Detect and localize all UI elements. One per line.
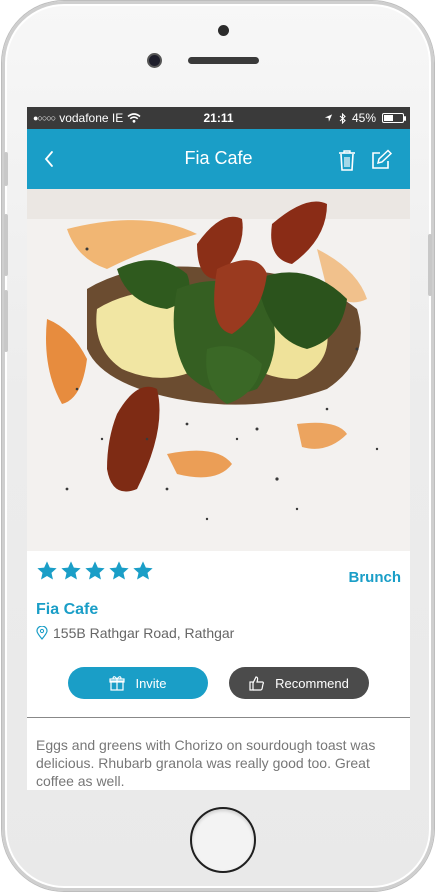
star-icon xyxy=(109,561,129,580)
food-photo xyxy=(27,189,410,551)
gift-icon xyxy=(109,676,126,691)
category-label: Brunch xyxy=(348,569,402,586)
battery-icon xyxy=(382,113,406,123)
address: 155B Rathgar Road, Rathgar xyxy=(36,625,234,641)
mute-switch xyxy=(4,152,8,186)
volume-down-button xyxy=(4,290,8,352)
rating-stars xyxy=(36,560,154,582)
star-icon xyxy=(133,561,153,580)
recommend-label: Recommend xyxy=(275,675,349,691)
trash-icon[interactable] xyxy=(337,149,357,171)
app-screen: ●○○○○ vodafone IE 21:11 45% Fia Cafe Bru… xyxy=(27,107,410,790)
divider xyxy=(27,717,410,718)
volume-up-button xyxy=(4,214,8,276)
proximity-sensor xyxy=(218,25,229,36)
place-name: Fia Cafe xyxy=(36,601,99,618)
address-text: 155B Rathgar Road, Rathgar xyxy=(53,625,235,641)
clock: 21:11 xyxy=(203,111,234,125)
home-button[interactable] xyxy=(190,807,256,873)
location-pin-icon xyxy=(36,626,48,640)
edit-icon[interactable] xyxy=(370,149,392,171)
invite-label: Invite xyxy=(135,675,167,691)
invite-button[interactable]: Invite xyxy=(68,667,208,699)
earpiece-speaker xyxy=(188,57,259,64)
food-photo-illustration xyxy=(27,189,410,551)
nav-bar: Fia Cafe xyxy=(27,129,410,189)
star-icon xyxy=(37,561,57,580)
review-text: Eggs and greens with Chorizo on sourdoug… xyxy=(36,737,376,789)
status-bar: ●○○○○ vodafone IE 21:11 45% xyxy=(27,107,410,129)
power-button xyxy=(428,234,432,296)
battery-level-fill xyxy=(384,115,393,121)
recommend-button[interactable]: Recommend xyxy=(229,667,369,699)
front-camera xyxy=(147,53,162,68)
star-icon xyxy=(61,561,81,580)
star-icon xyxy=(85,561,105,580)
thumbs-up-icon xyxy=(249,676,265,691)
